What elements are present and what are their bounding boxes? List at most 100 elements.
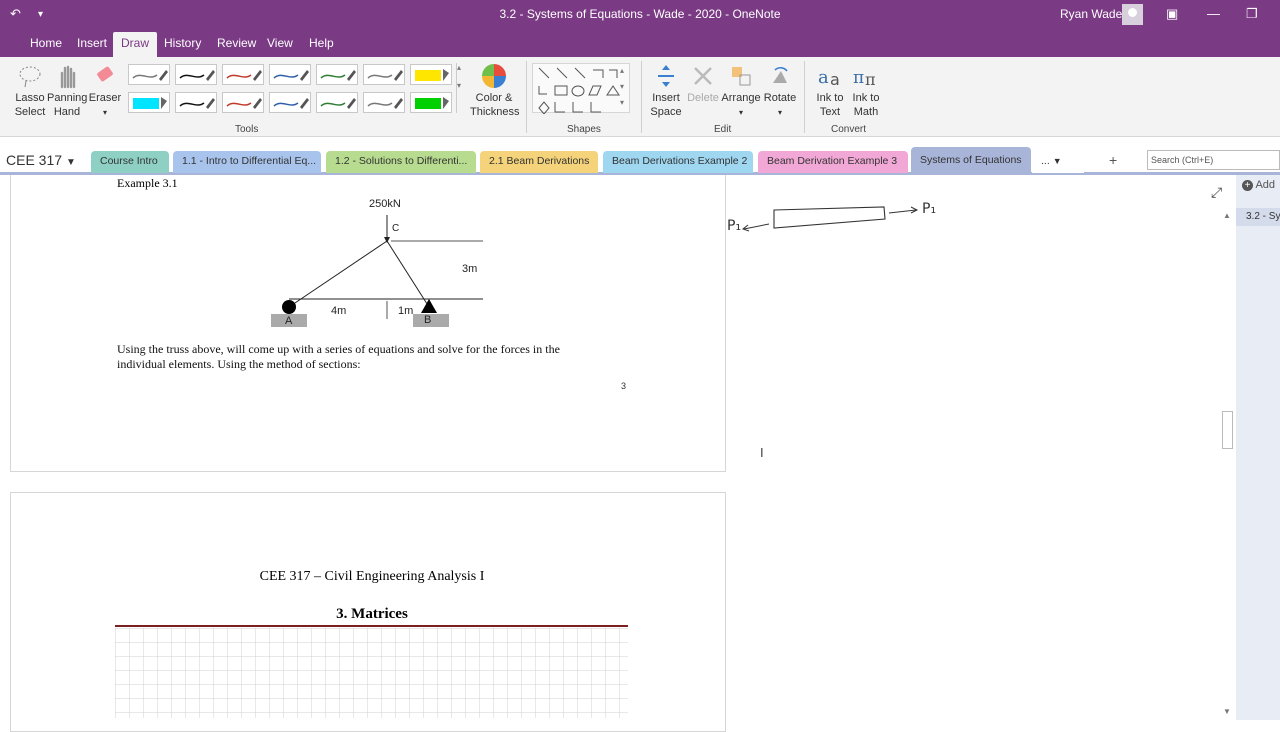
pen-gallery-scroll[interactable]: ▴ ▾	[456, 63, 466, 113]
delete-button[interactable]: Delete	[686, 63, 720, 105]
pen-swatch[interactable]	[222, 92, 264, 113]
hand-icon	[60, 65, 76, 89]
svg-text:a: a	[830, 70, 840, 89]
tab-insert[interactable]: Insert	[77, 36, 107, 50]
pen-swatch[interactable]	[175, 64, 217, 85]
rotate-label: Rotate	[763, 92, 797, 104]
insert-space-label-2: Space	[650, 106, 682, 118]
node-b-label: B	[424, 314, 432, 326]
color-thickness-button[interactable]: Color & Thickness	[470, 63, 520, 119]
arrange-button[interactable]: Arrange ▾	[720, 63, 762, 120]
notebook-selector[interactable]: CEE 317 ▼	[6, 152, 76, 168]
section-tab[interactable]: Beam Derivation Example 3	[758, 151, 908, 173]
insert-space-button[interactable]: Insert Space	[646, 63, 686, 119]
eraser-dropdown-icon[interactable]: ▾	[103, 108, 107, 117]
rotate-dropdown-icon[interactable]: ▾	[778, 108, 782, 117]
height-label: 3m	[462, 263, 478, 275]
panning-hand-button[interactable]: Panning Hand	[47, 63, 87, 119]
tab-home[interactable]: Home	[30, 36, 62, 50]
delete-label: Delete	[687, 92, 719, 104]
tab-draw[interactable]: Draw	[113, 32, 158, 57]
lasso-select-button[interactable]: Lasso Select	[13, 63, 47, 119]
pen-swatch[interactable]	[363, 64, 405, 85]
ink-to-text-label-2: Text	[819, 106, 841, 118]
page-list-item[interactable]: 3.2 - Sy	[1236, 208, 1280, 226]
pen-swatch[interactable]	[128, 64, 170, 85]
arrange-dropdown-icon[interactable]: ▾	[739, 108, 743, 117]
pen-swatch[interactable]	[269, 92, 311, 113]
add-page-button[interactable]: + Add	[1242, 179, 1275, 191]
add-section-button[interactable]: +	[1100, 151, 1126, 173]
lasso-icon	[19, 66, 41, 88]
tab-help[interactable]: Help	[309, 36, 334, 50]
section-tab[interactable]: Systems of Equations	[911, 147, 1031, 173]
minimize-icon[interactable]: —	[1207, 6, 1220, 21]
pen-icon	[320, 70, 356, 81]
ribbon-display-icon[interactable]: ▣	[1166, 6, 1178, 22]
pen-icon	[367, 70, 403, 81]
rotate-button[interactable]: Rotate ▾	[762, 63, 798, 120]
section-tabs: CEE 317 ▼ Course Intro 1.1 - Intro to Dif…	[0, 147, 1280, 175]
chevron-down-icon: ▼	[1052, 156, 1062, 166]
ink-to-text-button[interactable]: aa Ink to Text	[812, 63, 848, 119]
divider	[526, 61, 527, 133]
eraser-label: Eraser	[88, 92, 122, 104]
pen-swatch[interactable]	[363, 92, 405, 113]
more-label: ...	[1041, 155, 1050, 167]
eraser-button[interactable]: Eraser ▾	[88, 63, 122, 120]
restore-icon[interactable]: ❐	[1246, 6, 1258, 22]
highlighter-icon	[133, 97, 167, 109]
grid-paper	[115, 628, 628, 718]
ink-to-math-icon: ππ	[853, 68, 876, 89]
tab-history[interactable]: History	[164, 36, 201, 50]
ink-to-math-button[interactable]: ππ Ink to Math	[848, 63, 884, 119]
rotate-icon	[773, 66, 788, 83]
page-container-2: CEE 317 – Civil Engineering Analysis I 3…	[10, 492, 726, 732]
section-tab[interactable]: Course Intro	[91, 151, 169, 173]
pen-swatch[interactable]	[410, 92, 452, 113]
vertical-scrollbar[interactable]: ▲ ▼	[1221, 211, 1234, 720]
notebook-name: CEE 317	[6, 152, 63, 168]
lasso-label-2: Select	[14, 106, 46, 118]
ink-sketch[interactable]	[724, 198, 944, 243]
pen-swatch[interactable]	[222, 64, 264, 85]
example-heading: Example 3.1	[117, 176, 178, 190]
scroll-down-icon[interactable]: ▼	[1223, 707, 1231, 716]
expand-icon[interactable]: ⤢	[1211, 184, 1222, 201]
shapes-gallery[interactable]	[532, 63, 630, 115]
section-tab[interactable]: 1.2 - Solutions to Differenti...	[326, 151, 476, 173]
pen-swatch[interactable]	[316, 64, 358, 85]
ink-label-left: P₁	[727, 218, 742, 234]
insert-space-icon	[658, 65, 674, 87]
shapes-scroll[interactable]: ▴ ▾ ▾	[620, 63, 624, 111]
divider	[641, 61, 642, 133]
pen-icon	[367, 98, 403, 109]
course-title: CEE 317 – Civil Engineering Analysis I	[259, 569, 485, 584]
tab-view[interactable]: View	[267, 36, 293, 50]
tab-review[interactable]: Review	[217, 36, 256, 50]
scroll-up-icon[interactable]: ▲	[1223, 211, 1231, 220]
pen-swatch[interactable]	[175, 92, 217, 113]
ink-to-math-label-1: Ink to	[852, 92, 880, 104]
pen-swatch[interactable]	[410, 64, 452, 85]
arrange-label: Arrange	[721, 92, 761, 104]
pen-swatch[interactable]	[128, 92, 170, 113]
add-page-label: Add	[1255, 179, 1276, 191]
pen-swatch[interactable]	[269, 64, 311, 85]
search-input[interactable]: Search (Ctrl+E)	[1147, 150, 1280, 170]
group-label-convert: Convert	[831, 124, 867, 135]
section-tab[interactable]: 2.1 Beam Derivations	[480, 151, 598, 173]
section-tab[interactable]: 1.1 - Intro to Differential Eq...	[173, 151, 321, 173]
scroll-thumb[interactable]	[1222, 411, 1233, 449]
add-circle-icon: +	[1242, 180, 1253, 191]
group-label-edit: Edit	[714, 124, 732, 135]
roller-support-b	[421, 299, 437, 313]
more-sections-button[interactable]: ... ▼	[1032, 151, 1084, 173]
avatar[interactable]	[1122, 4, 1143, 25]
section-tab[interactable]: Beam Derivations Example 2	[603, 151, 753, 173]
user-name[interactable]: Ryan Wade	[1060, 7, 1122, 21]
pen-icon	[273, 70, 309, 81]
node-c-label: C	[392, 223, 400, 234]
pen-swatch[interactable]	[316, 92, 358, 113]
node-a-label: A	[285, 315, 293, 327]
